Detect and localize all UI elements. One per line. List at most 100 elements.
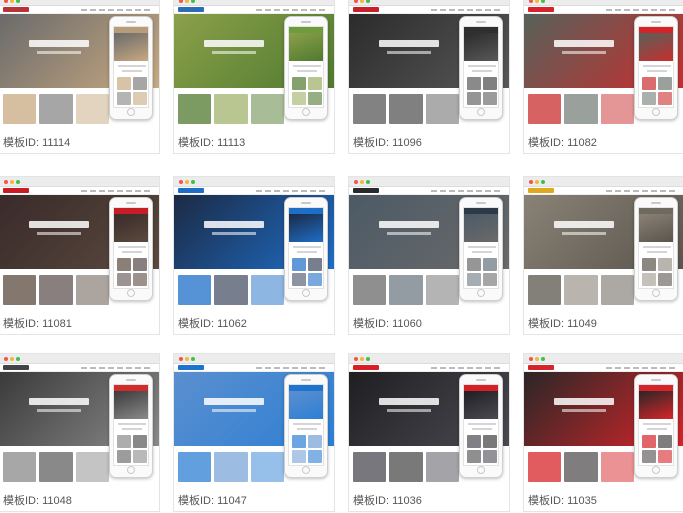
mobile-preview-text-line [118,65,146,67]
phone-home-button-icon [302,108,310,116]
mobile-preview-tile [117,258,131,271]
mobile-preview-text-line [297,428,317,430]
preview-logo-icon [353,7,379,12]
template-thumbnail[interactable] [174,177,334,311]
preview-slogan-block [379,40,439,47]
mobile-preview-phone [459,374,503,478]
phone-speaker-icon [126,202,136,204]
template-thumbnail[interactable] [0,354,159,488]
mobile-preview-tile [658,92,672,105]
mobile-preview-tile [308,92,322,105]
window-close-dot-icon [179,180,183,184]
template-thumbnail[interactable] [174,0,334,130]
mobile-preview-banner [464,214,498,242]
template-thumbnail[interactable] [524,0,683,130]
preview-tile-row [178,452,284,482]
template-thumbnail[interactable] [174,354,334,488]
mobile-preview-tile [133,435,147,448]
template-card[interactable]: 模板ID: 11035 [523,353,683,512]
template-card[interactable]: 模板ID: 11049 [523,176,683,335]
mobile-preview-tile [467,273,481,286]
template-id-label[interactable]: 模板ID: 11048 [3,494,72,508]
template-id-label[interactable]: 模板ID: 11082 [528,136,597,150]
template-id-label[interactable]: 模板ID: 11062 [178,317,247,331]
template-thumbnail[interactable] [349,0,509,130]
mobile-preview-phone [634,16,678,120]
preview-subtitle-block [212,409,256,412]
template-id-label[interactable]: 模板ID: 11047 [178,494,247,508]
phone-home-button-icon [302,466,310,474]
mobile-preview-banner [639,214,673,242]
template-card[interactable]: 模板ID: 11113 [173,0,335,154]
window-close-dot-icon [179,357,183,361]
mobile-preview-screen [113,384,149,466]
browser-window-bar [524,354,683,364]
template-card[interactable]: 模板ID: 11062 [173,176,335,335]
window-minimize-dot-icon [185,357,189,361]
mobile-preview-text-line [468,246,496,248]
template-card[interactable]: 模板ID: 11048 [0,353,160,512]
template-thumbnail[interactable] [524,177,683,311]
mobile-preview-grid [292,258,322,286]
mobile-preview-banner [289,33,323,61]
preview-tile [353,275,387,305]
template-thumbnail[interactable] [349,354,509,488]
preview-tile [39,275,73,305]
mobile-preview-tile [642,77,656,90]
mobile-preview-tile [292,258,306,271]
preview-site-header [349,6,509,14]
mobile-preview-text-line [647,70,667,72]
mobile-preview-grid [467,77,497,105]
preview-tile-row [178,94,284,124]
preview-site-header [0,6,159,14]
template-id-label[interactable]: 模板ID: 11060 [353,317,422,331]
preview-slogan-block [379,398,439,405]
mobile-preview-text-line [643,246,671,248]
preview-subtitle-block [212,232,256,235]
browser-window-bar [349,354,509,364]
preview-logo-icon [528,365,554,370]
template-id-label[interactable]: 模板ID: 11035 [528,494,597,508]
template-card[interactable]: 模板ID: 11047 [173,353,335,512]
mobile-preview-text-line [472,70,492,72]
preview-tile [353,452,387,482]
mobile-preview-text-line [297,251,317,253]
template-id-label[interactable]: 模板ID: 11049 [528,317,597,331]
template-thumbnail[interactable] [0,0,159,130]
template-card[interactable]: 模板ID: 11082 [523,0,683,154]
template-card[interactable]: 模板ID: 11096 [348,0,510,154]
template-id-label[interactable]: 模板ID: 11036 [353,494,422,508]
template-card[interactable]: 模板ID: 11114 [0,0,160,154]
template-card[interactable]: 模板ID: 11060 [348,176,510,335]
preview-slogan-block [29,398,89,405]
preview-subtitle-block [37,232,81,235]
template-card[interactable]: 模板ID: 11081 [0,176,160,335]
template-thumbnail[interactable] [0,177,159,311]
template-id-label[interactable]: 模板ID: 11113 [178,136,245,150]
template-thumbnail[interactable] [349,177,509,311]
template-id-label[interactable]: 模板ID: 11096 [353,136,422,150]
template-id-label[interactable]: 模板ID: 11114 [3,136,70,150]
mobile-preview-grid [117,258,147,286]
preview-tile [178,452,212,482]
mobile-preview-screen [638,26,674,108]
preview-logo-icon [528,188,554,193]
mobile-preview-tile [467,258,481,271]
template-thumbnail[interactable] [524,354,683,488]
mobile-preview-tile [658,450,672,463]
preview-tile [528,275,562,305]
mobile-preview-tile [292,92,306,105]
preview-site-header [349,187,509,195]
phone-home-button-icon [127,466,135,474]
preview-nav-bar [606,9,678,11]
mobile-preview-tile [117,450,131,463]
template-card[interactable]: 模板ID: 11036 [348,353,510,512]
mobile-preview-banner [464,33,498,61]
preview-tile [600,94,634,124]
preview-tile [214,275,248,305]
mobile-preview-tile [658,435,672,448]
preview-nav-bar [81,190,153,192]
preview-tile [600,275,634,305]
window-maximize-dot-icon [16,0,20,3]
template-id-label[interactable]: 模板ID: 11081 [3,317,72,331]
